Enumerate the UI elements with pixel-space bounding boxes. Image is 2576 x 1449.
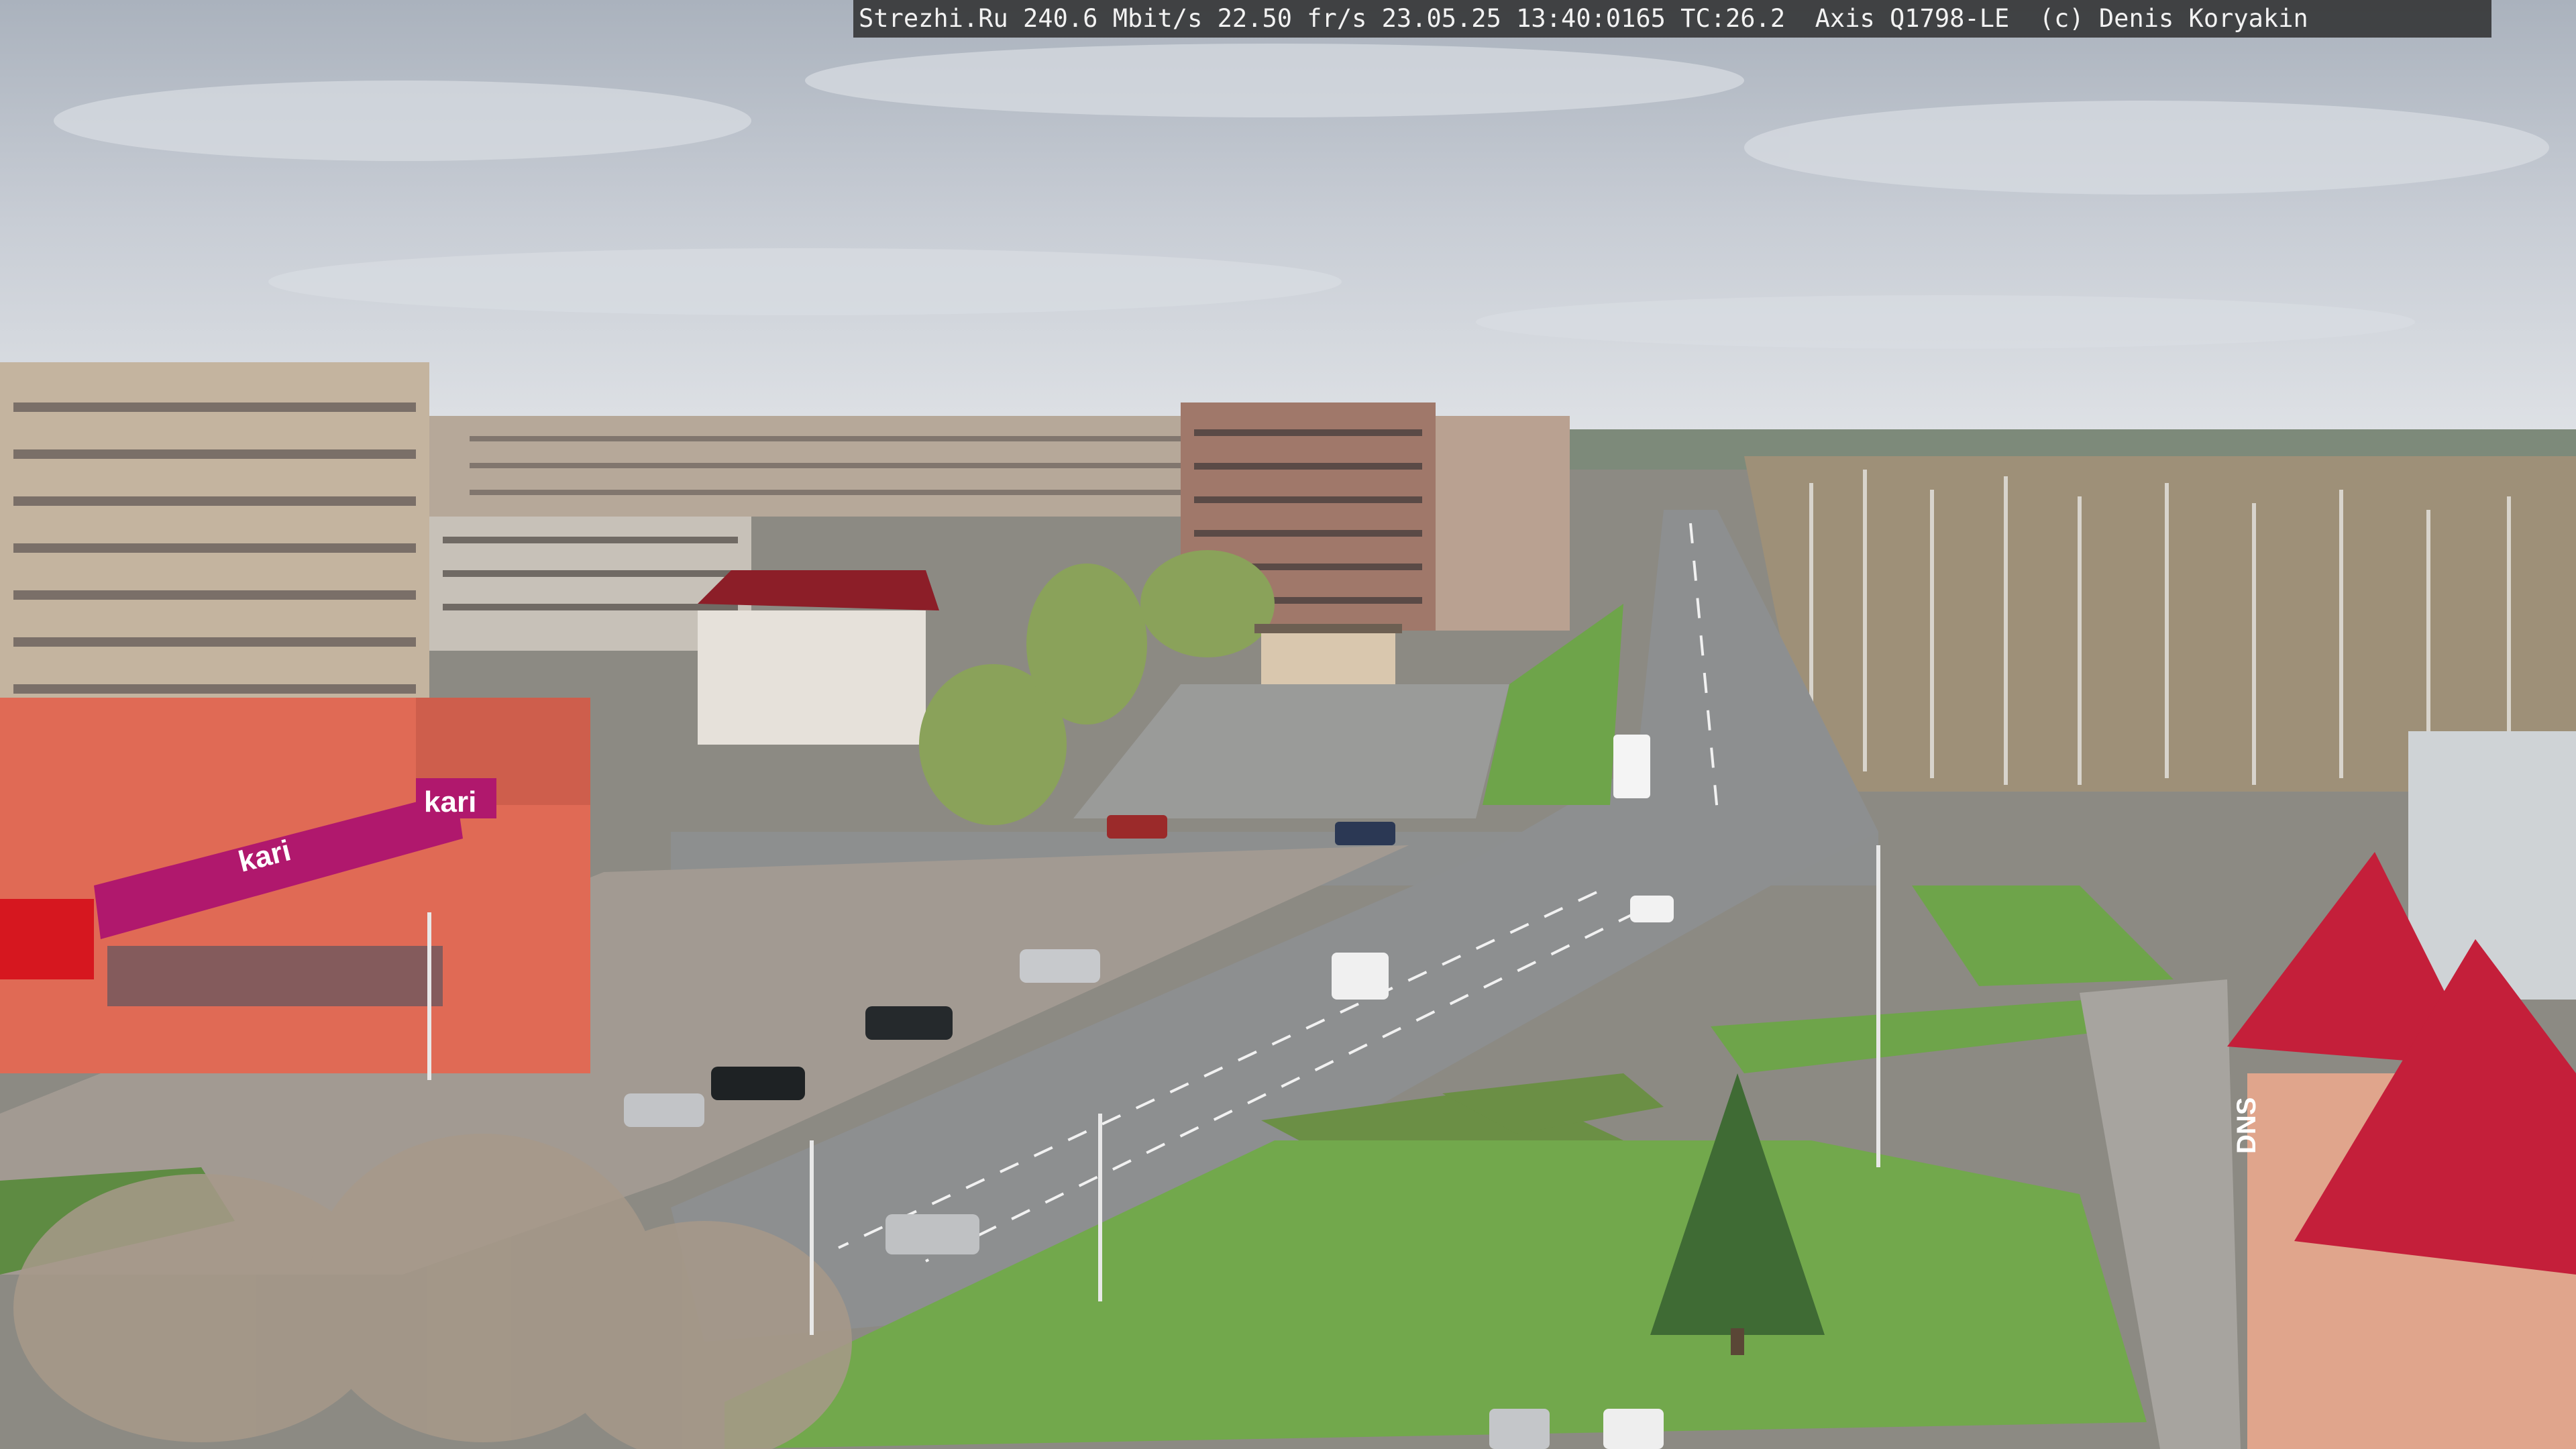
car-silver <box>1020 949 1100 983</box>
car-blue <box>1335 822 1395 845</box>
car-bus <box>1613 735 1650 798</box>
car-white-2 <box>1630 896 1674 922</box>
car-silver-2 <box>624 1093 704 1127</box>
dns-sign: DNS <box>2232 1097 2261 1154</box>
webcam-scene: kari kari DNS <box>0 0 2576 1449</box>
car-silver-bottom <box>1489 1409 1550 1449</box>
shop-glass <box>107 946 443 1006</box>
car-white-bottom <box>1603 1409 1664 1449</box>
kari-sign-right: kari <box>424 786 476 818</box>
car-dark-2 <box>711 1067 805 1100</box>
car-dark <box>865 1006 953 1040</box>
red-roof-building <box>698 610 926 745</box>
car-silver-3 <box>885 1214 979 1254</box>
tall-building-center-side <box>1436 416 1570 631</box>
red-roof <box>698 570 939 610</box>
spruce-trunk <box>1731 1328 1744 1355</box>
car-white-van <box>1332 953 1389 1000</box>
shop-red-canopy <box>0 899 94 979</box>
pavilion <box>1261 631 1395 684</box>
car-dark-red <box>1107 815 1167 839</box>
webcam-info-overlay: Strezhi.Ru 240.6 Mbit/s 22.50 fr/s 23.05… <box>853 0 2491 38</box>
pavilion-roof <box>1254 624 1402 633</box>
right-building-wall <box>2408 731 2576 1000</box>
